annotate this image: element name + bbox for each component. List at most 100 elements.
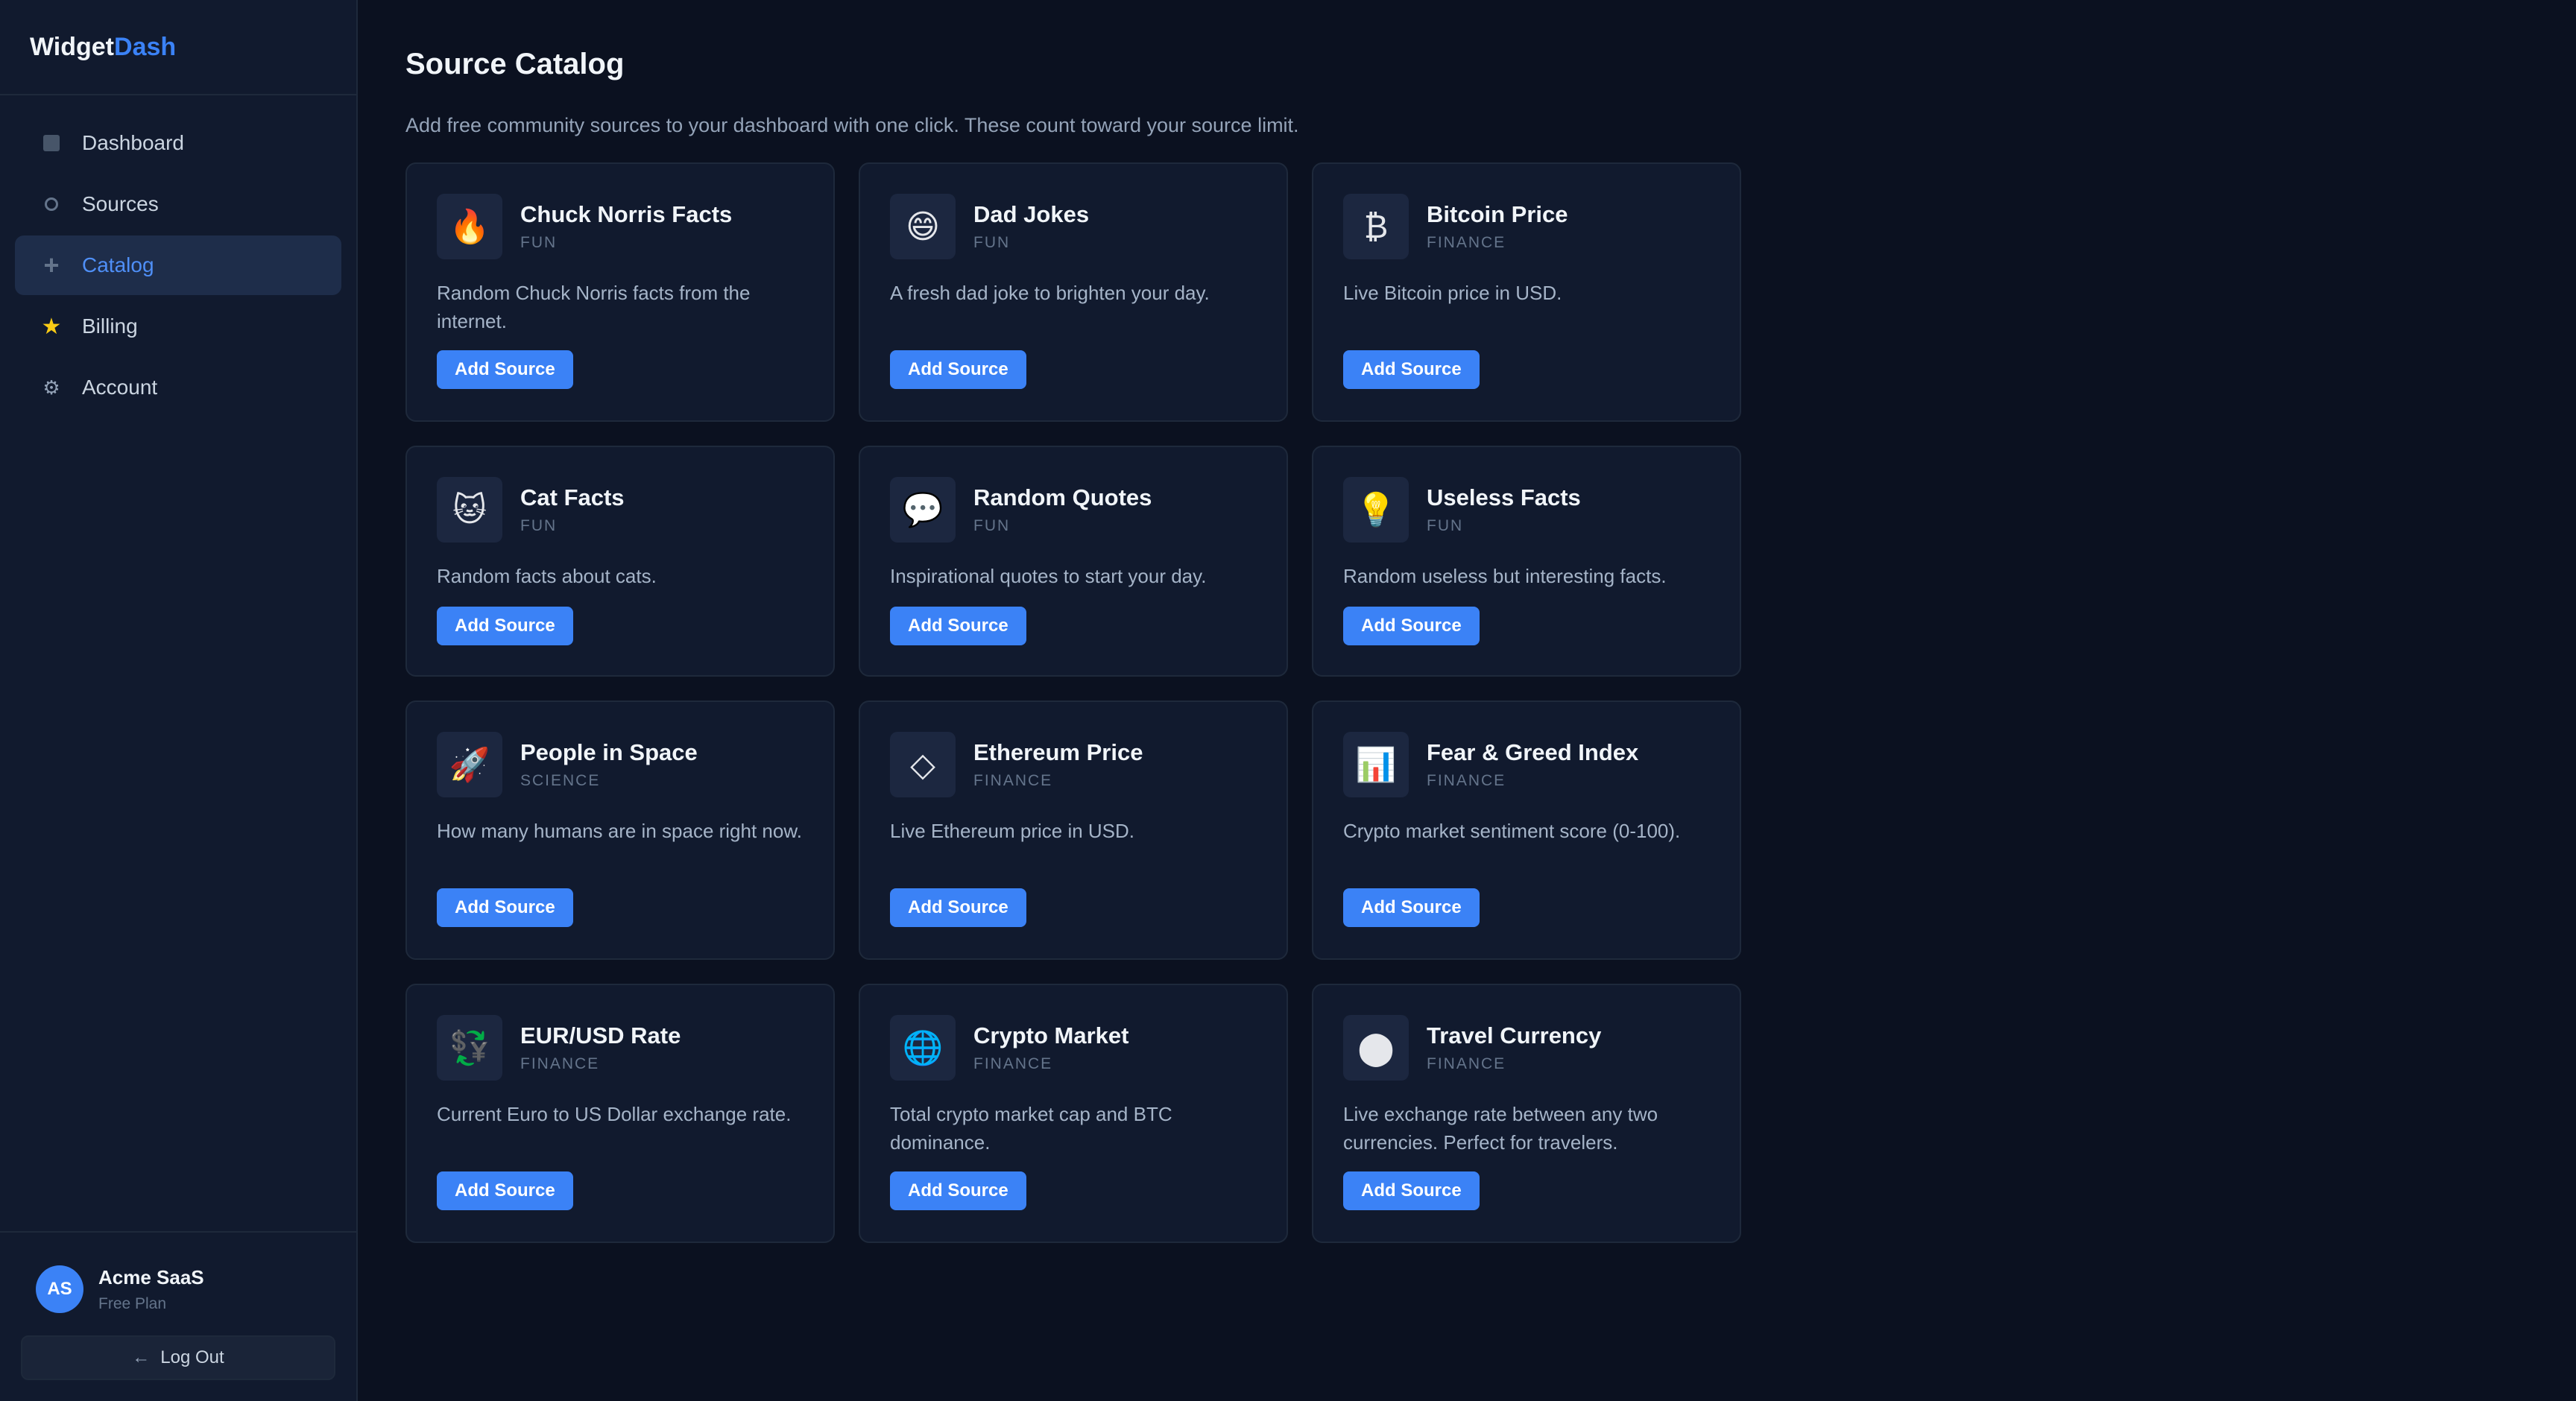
currency-exchange-icon: 💱 — [437, 1015, 502, 1081]
card-category: FINANCE — [1427, 1055, 1506, 1072]
card-category: FUN — [1427, 517, 1464, 534]
card-title: Random Quotes — [973, 484, 1152, 510]
lightbulb-icon: 💡 — [1343, 477, 1409, 543]
user-profile[interactable]: AS Acme SaaS Free Plan — [21, 1265, 335, 1313]
bitcoin-icon: ₿ — [1343, 194, 1409, 259]
source-card-cat-facts: 🐱 Cat Facts FUN Random facts about cats.… — [405, 446, 835, 677]
sources-icon — [40, 193, 63, 215]
sidebar-item-label: Catalog — [82, 253, 154, 276]
card-description: Random facts about cats. — [437, 565, 657, 587]
card-title: Travel Currency — [1427, 1022, 1602, 1049]
source-card-dad-jokes: 😄 Dad Jokes FUN A fresh dad joke to brig… — [859, 162, 1288, 422]
arrow-left-icon: ← — [132, 1347, 151, 1367]
card-description: Total crypto market cap and BTC dominanc… — [890, 1103, 1172, 1154]
card-title: Fear & Greed Index — [1427, 739, 1639, 765]
sidebar-item-dashboard[interactable]: Dashboard — [15, 113, 341, 173]
gear-icon: ⚙ — [42, 376, 60, 399]
card-title: Cat Facts — [520, 484, 625, 510]
source-card-eur-usd-rate: 💱 EUR/USD Rate FINANCE Current Euro to U… — [405, 984, 835, 1243]
add-source-button[interactable]: Add Source — [890, 350, 1026, 389]
add-source-button[interactable]: Add Source — [890, 1171, 1026, 1210]
speech-bubble-icon: 💬 — [890, 477, 956, 543]
plus-icon: + — [43, 250, 60, 280]
user-name: Acme SaaS — [98, 1265, 204, 1288]
sidebar-item-billing[interactable]: ★ Billing — [15, 297, 341, 356]
source-card-ethereum-price: ◇ Ethereum Price FINANCE Live Ethereum p… — [859, 700, 1288, 960]
card-description: Current Euro to US Dollar exchange rate. — [437, 1103, 792, 1125]
card-category: FUN — [520, 234, 558, 251]
dashboard-icon — [40, 132, 63, 154]
sidebar-item-label: Dashboard — [82, 131, 184, 154]
add-source-button[interactable]: Add Source — [1343, 607, 1480, 645]
card-title: EUR/USD Rate — [520, 1022, 681, 1049]
add-source-button[interactable]: Add Source — [1343, 350, 1480, 389]
card-description: How many humans are in space right now. — [437, 820, 802, 842]
card-title: Ethereum Price — [973, 739, 1143, 765]
card-title: Dad Jokes — [973, 201, 1090, 227]
sidebar-item-sources[interactable]: Sources — [15, 174, 341, 234]
user-plan: Free Plan — [98, 1294, 167, 1312]
sidebar-footer: AS Acme SaaS Free Plan ← Log Out — [0, 1231, 356, 1401]
card-category: FUN — [973, 234, 1011, 251]
add-source-button[interactable]: Add Source — [1343, 888, 1480, 927]
card-category: FUN — [520, 517, 558, 534]
card-category: SCIENCE — [520, 772, 601, 789]
page-description: Add free community sources to your dashb… — [405, 114, 1299, 136]
source-card-useless-facts: 💡 Useless Facts FUN Random useless but i… — [1312, 446, 1741, 677]
smile-icon: 😄 — [890, 194, 956, 259]
ethereum-icon: ◇ — [890, 732, 956, 797]
logout-button[interactable]: ← Log Out — [21, 1335, 335, 1380]
card-description: Random Chuck Norris facts from the inter… — [437, 282, 751, 332]
catalog-grid: 🔥 Chuck Norris Facts FUN Random Chuck No… — [405, 162, 2576, 1243]
add-source-button[interactable]: Add Source — [437, 888, 573, 927]
card-category: FINANCE — [973, 1055, 1053, 1072]
add-source-button[interactable]: Add Source — [1343, 1171, 1480, 1210]
fire-icon: 🔥 — [437, 194, 502, 259]
sidebar-item-label: Sources — [82, 192, 159, 215]
sidebar-nav: Dashboard Sources + Catalog ★ Billing ⚙ … — [0, 95, 356, 435]
cat-icon: 🐱 — [437, 477, 502, 543]
card-description: Crypto market sentiment score (0-100). — [1343, 820, 1681, 842]
sidebar: Widget Dash Dashboard Sources + Catalog ★… — [0, 0, 358, 1401]
card-description: Live Ethereum price in USD. — [890, 820, 1135, 842]
card-category: FINANCE — [1427, 772, 1506, 789]
card-category: FINANCE — [1427, 234, 1506, 251]
add-source-button[interactable]: Add Source — [437, 350, 573, 389]
add-source-button[interactable]: Add Source — [437, 607, 573, 645]
add-source-button[interactable]: Add Source — [890, 607, 1026, 645]
source-card-people-in-space: 🚀 People in Space SCIENCE How many human… — [405, 700, 835, 960]
card-title: Useless Facts — [1427, 484, 1581, 510]
add-source-button[interactable]: Add Source — [890, 888, 1026, 927]
brand-name-part2: Dash — [114, 32, 177, 61]
brand-logo[interactable]: Widget Dash — [0, 0, 356, 95]
source-card-bitcoin-price: ₿ Bitcoin Price FINANCE Live Bitcoin pri… — [1312, 162, 1741, 422]
circle-icon: ⬤ — [1343, 1015, 1409, 1081]
brand-name-part1: Widget — [30, 32, 115, 61]
sidebar-item-label: Account — [82, 376, 158, 399]
card-description: Live exchange rate between any two curre… — [1343, 1103, 1658, 1154]
card-category: FINANCE — [973, 772, 1053, 789]
star-icon: ★ — [41, 314, 62, 339]
main-content: Source Catalog Add free community source… — [358, 0, 2576, 1401]
source-card-fear-greed-index: 📊 Fear & Greed Index FINANCE Crypto mark… — [1312, 700, 1741, 960]
sidebar-item-catalog[interactable]: + Catalog — [15, 235, 341, 295]
source-card-crypto-market: 🌐 Crypto Market FINANCE Total crypto mar… — [859, 984, 1288, 1243]
sidebar-item-label: Billing — [82, 314, 138, 338]
sidebar-item-account[interactable]: ⚙ Account — [15, 358, 341, 417]
card-title: Bitcoin Price — [1427, 201, 1568, 227]
card-category: FUN — [973, 517, 1011, 534]
card-description: Live Bitcoin price in USD. — [1343, 282, 1562, 304]
card-title: People in Space — [520, 739, 698, 765]
bar-chart-icon: 📊 — [1343, 732, 1409, 797]
add-source-button[interactable]: Add Source — [437, 1171, 573, 1210]
card-title: Chuck Norris Facts — [520, 201, 733, 227]
card-description: Inspirational quotes to start your day. — [890, 565, 1207, 587]
source-card-chuck-norris-facts: 🔥 Chuck Norris Facts FUN Random Chuck No… — [405, 162, 835, 422]
globe-icon: 🌐 — [890, 1015, 956, 1081]
page-title: Source Catalog — [405, 48, 625, 80]
card-description: Random useless but interesting facts. — [1343, 565, 1667, 587]
avatar: AS — [36, 1265, 83, 1313]
card-title: Crypto Market — [973, 1022, 1129, 1049]
source-card-travel-currency: ⬤ Travel Currency FINANCE Live exchange … — [1312, 984, 1741, 1243]
source-card-random-quotes: 💬 Random Quotes FUN Inspirational quotes… — [859, 446, 1288, 677]
